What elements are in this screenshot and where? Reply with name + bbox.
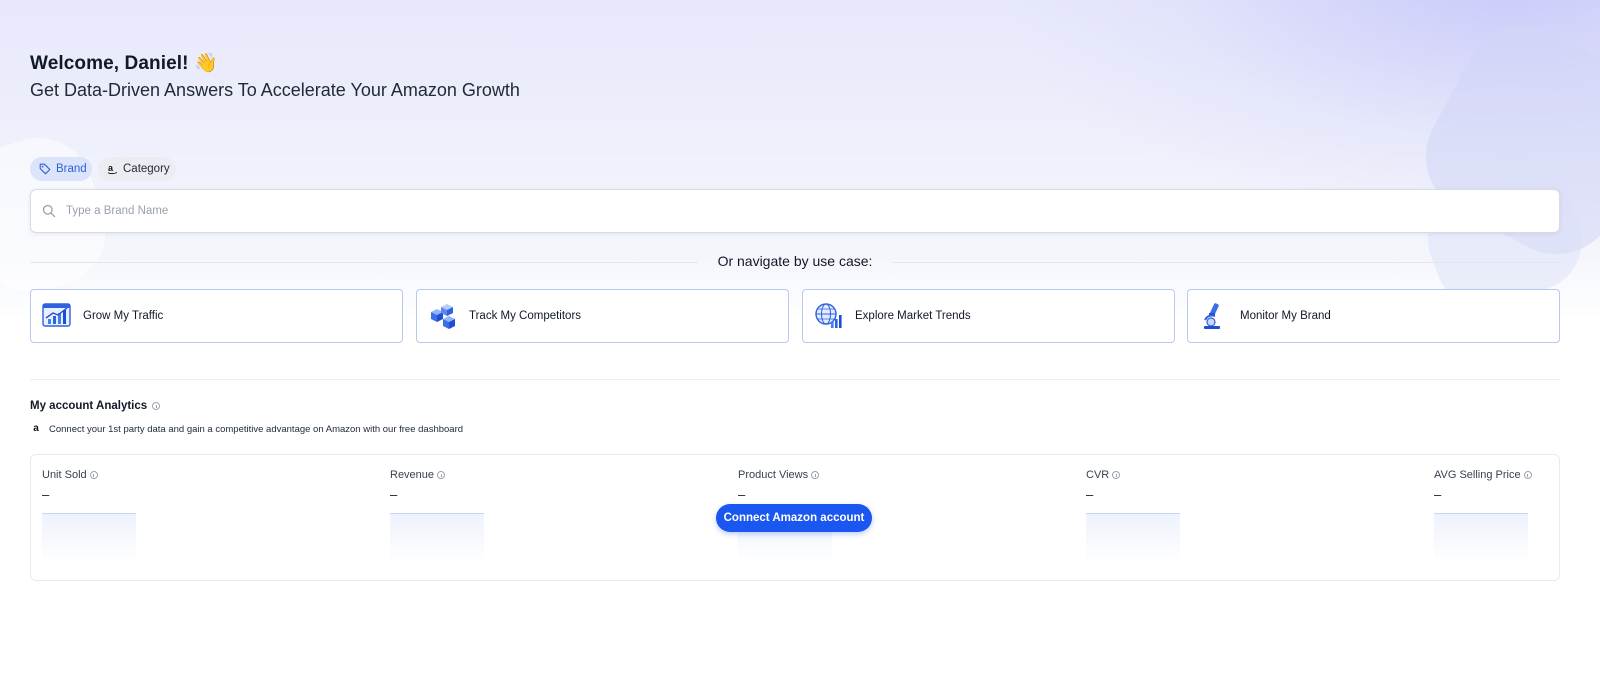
use-case-track-competitors[interactable]: Track My Competitors [416, 289, 789, 343]
metric-label: Product Views [738, 469, 809, 481]
use-case-explore-market-trends[interactable]: Explore Market Trends [802, 289, 1175, 343]
metric-label: Unit Sold [42, 469, 87, 481]
metric-sparkline-placeholder [390, 513, 484, 563]
page-subtitle: Get Data-Driven Answers To Accelerate Yo… [30, 80, 520, 100]
info-icon[interactable] [1112, 471, 1121, 479]
divider-line [892, 262, 1560, 263]
info-icon[interactable] [1523, 471, 1532, 479]
info-icon[interactable] [437, 471, 446, 479]
metric-label: CVR [1086, 469, 1110, 481]
metric-avg-selling-price: AVG Selling Price – [1434, 469, 1600, 563]
metric-value: – [738, 487, 746, 502]
tab-brand[interactable]: Brand [30, 157, 92, 181]
info-icon[interactable] [152, 402, 161, 410]
info-icon[interactable] [89, 471, 98, 479]
search-box[interactable] [30, 189, 1560, 233]
globe-chart-icon [815, 303, 842, 328]
connect-amazon-account-button[interactable]: Connect Amazon account [716, 504, 872, 532]
metric-sparkline-placeholder [42, 513, 136, 563]
metric-placeholder-text [42, 505, 242, 511]
metric-cvr: CVR – [1086, 469, 1286, 563]
metric-sparkline-placeholder [1434, 513, 1528, 563]
metric-label: AVG Selling Price [1434, 469, 1521, 481]
use-case-monitor-brand[interactable]: Monitor My Brand [1187, 289, 1560, 343]
use-case-label: Explore Market Trends [855, 310, 971, 322]
analytics-title: My account Analytics [30, 400, 161, 412]
info-icon[interactable] [811, 471, 820, 479]
use-case-label: Monitor My Brand [1240, 310, 1331, 322]
analytics-subtitle-text: Connect your 1st party data and gain a c… [49, 423, 464, 435]
use-case-separator: Or navigate by use case: [30, 253, 1560, 273]
metric-placeholder-text [1434, 505, 1600, 511]
search-input[interactable] [66, 205, 1466, 217]
amazon-icon: a [107, 163, 118, 175]
tab-brand-label: Brand [56, 163, 87, 175]
tag-icon [39, 163, 51, 175]
tab-category-label: Category [123, 163, 170, 175]
metric-label-row: AVG Selling Price [1434, 469, 1600, 481]
search-icon [42, 204, 56, 218]
use-case-label: Grow My Traffic [83, 310, 164, 322]
metric-value: – [1086, 487, 1094, 502]
use-case-grow-traffic[interactable]: Grow My Traffic [30, 289, 403, 343]
metric-placeholder-text [1086, 505, 1286, 511]
analytics-subtitle: a Connect your 1st party data and gain a… [30, 423, 463, 435]
growth-chart-icon [42, 303, 71, 327]
tab-category[interactable]: a Category [98, 157, 176, 181]
section-divider [30, 379, 1560, 380]
metric-label-row: Revenue [390, 469, 590, 481]
svg-text:a: a [108, 163, 114, 173]
metric-value: – [390, 487, 398, 502]
metric-label-row: CVR [1086, 469, 1286, 481]
analytics-title-text: My account Analytics [30, 400, 148, 412]
metric-label: Revenue [390, 469, 435, 481]
metric-label-row: Unit Sold [42, 469, 242, 481]
welcome-heading: Welcome, Daniel! 👋 [30, 53, 218, 74]
competitor-boxes-icon [431, 304, 455, 329]
metric-unit-sold: Unit Sold – [42, 469, 242, 563]
metric-placeholder-text [390, 505, 590, 511]
amazon-icon: a [33, 423, 39, 434]
metric-value: – [42, 487, 50, 502]
metric-revenue: Revenue – [390, 469, 590, 563]
microscope-icon [1204, 303, 1220, 329]
metric-sparkline-placeholder [1086, 513, 1180, 563]
metric-label-row: Product Views [738, 469, 938, 481]
use-case-label: Track My Competitors [469, 310, 582, 322]
use-case-heading: Or navigate by use case: [717, 253, 873, 269]
metric-value: – [1434, 487, 1442, 502]
